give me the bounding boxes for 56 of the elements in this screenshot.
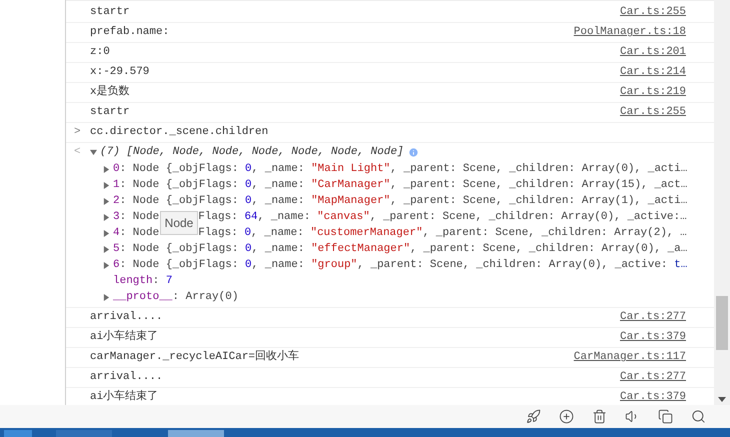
copy-icon[interactable]	[658, 409, 673, 424]
source-link[interactable]: CarManager.ts:117	[574, 349, 686, 366]
scroll-down-arrow-icon[interactable]	[718, 397, 726, 402]
source-link[interactable]: Car.ts:201	[620, 44, 686, 61]
disclosure-triangle-icon[interactable]	[103, 182, 110, 188]
log-message: ai小车结束了	[90, 389, 158, 406]
object-property[interactable]: Flags: 0, _name: "customerManager", _parent: Scene, _children: Array(2), …	[198, 224, 687, 242]
input-prompt: >	[74, 125, 82, 140]
disclosure-triangle-icon[interactable]	[103, 230, 110, 236]
log-message: x:-29.579	[90, 65, 150, 80]
scrollbar-thumb[interactable]	[716, 296, 728, 350]
source-link[interactable]: PoolManager.ts:18	[574, 24, 686, 41]
circle-plus-icon[interactable]	[559, 409, 574, 424]
object-property[interactable]: 4: Node	[113, 224, 160, 242]
source-link[interactable]: Car.ts:277	[620, 309, 686, 326]
source-link[interactable]: Car.ts:255	[620, 104, 686, 121]
log-message: arrival....	[90, 310, 163, 326]
scrollbar[interactable]	[714, 0, 730, 405]
object-property[interactable]: 0: Node {_objFlags: 0, _name: "Main Light", _parent: Scene, _children: Array(0), _acti…	[113, 160, 688, 178]
object-property[interactable]: 1: Node {_objFlags: 0, _name: "CarManager", _parent: Scene, _children: Array(15), _act…	[113, 176, 688, 194]
object-property[interactable]: 2: Node {_objFlags: 0, _name: "MapManager", _parent: Scene, _children: Array(1), _acti…	[113, 192, 688, 210]
source-link[interactable]: Car.ts:379	[620, 329, 686, 346]
object-property[interactable]: __proto__: Array(0)	[113, 288, 238, 306]
log-message: arrival....	[90, 370, 163, 386]
source-link[interactable]: Car.ts:277	[620, 369, 686, 386]
disclosure-triangle-icon[interactable]	[103, 262, 110, 268]
source-link[interactable]: Car.ts:219	[620, 84, 686, 101]
source-link[interactable]: Car.ts:214	[620, 64, 686, 81]
log-message: x是负数	[90, 84, 130, 100]
console-command: cc.director._scene.children	[90, 125, 268, 140]
trash-icon[interactable]	[592, 409, 607, 424]
search-icon[interactable]	[691, 409, 706, 424]
log-message: ai小车结束了	[90, 329, 158, 346]
start-button[interactable]	[4, 430, 32, 437]
object-property[interactable]: 5: Node {_objFlags: 0, _name: "effectManager", _parent: Scene, _children: Array(0), _a…	[113, 240, 688, 258]
disclosure-triangle-icon[interactable]	[103, 198, 110, 204]
tooltip: Node	[160, 211, 198, 235]
log-message: z:0	[90, 45, 110, 60]
disclosure-triangle-icon[interactable]	[103, 246, 110, 252]
rocket-icon[interactable]	[526, 409, 541, 424]
object-property[interactable]: Flags: 64, _name: "canvas", _parent: Scene, _children: Array(0), _active:…	[198, 208, 687, 226]
disclosure-triangle-icon[interactable]	[103, 214, 110, 220]
output-marker: <	[74, 144, 82, 160]
object-property[interactable]: length: 7	[113, 272, 172, 290]
object-property[interactable]: 3: Node	[113, 208, 160, 226]
disclosure-triangle-icon[interactable]	[90, 148, 97, 156]
log-message: startr	[90, 5, 130, 20]
log-message: startr	[90, 105, 130, 120]
disclosure-triangle-icon[interactable]	[103, 166, 110, 172]
disclosure-triangle-icon[interactable]	[103, 294, 110, 300]
object-property[interactable]: 6: Node {_objFlags: 0, _name: "group", _parent: Scene, _children: Array(0), _active: t…	[113, 256, 688, 274]
source-link[interactable]: Car.ts:379	[620, 389, 686, 406]
source-link[interactable]: Car.ts:255	[620, 4, 686, 21]
log-message: carManager._recycleAICar=回收小车	[90, 349, 300, 366]
log-message: prefab.name:	[90, 25, 170, 40]
array-summary[interactable]: (7) [Node, Node, Node, Node, Node, Node, Node]	[100, 144, 404, 160]
